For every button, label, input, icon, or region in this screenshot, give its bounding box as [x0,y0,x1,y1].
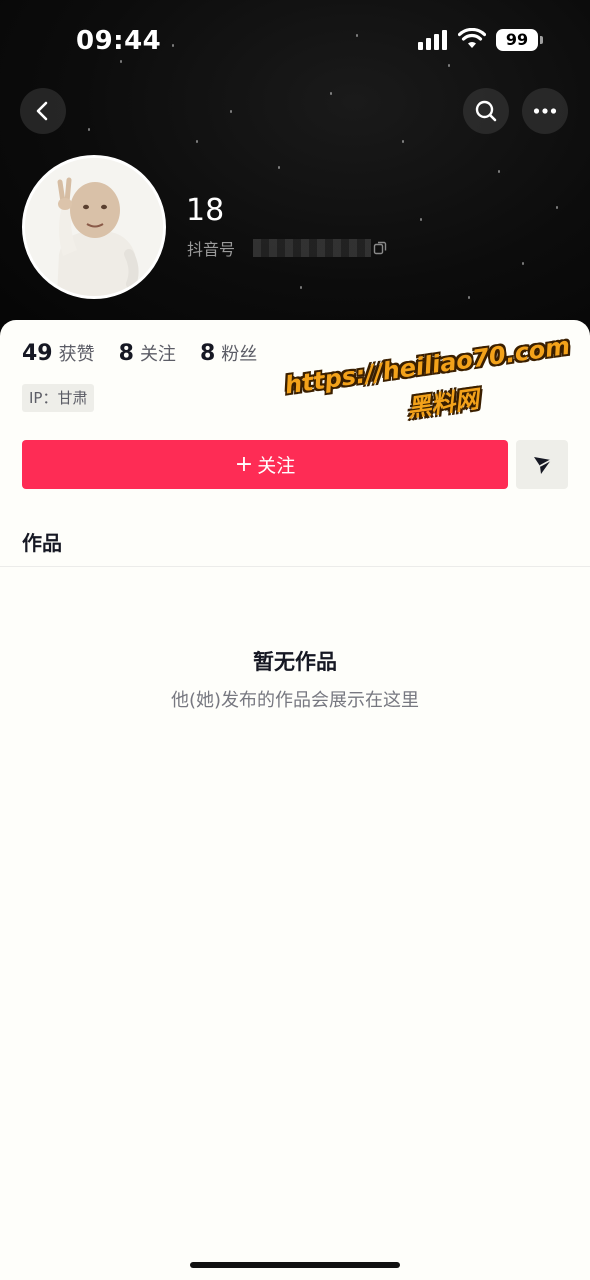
follow-button-label: 关注 [257,455,296,477]
douyin-id-label: 抖音号 [187,240,236,259]
stat-likes-label: 获赞 [58,344,95,365]
search-icon [475,100,497,122]
battery-indicator: 99 [496,29,543,51]
avatar[interactable] [22,155,166,299]
plus-icon: + [234,452,254,477]
home-indicator[interactable] [190,1262,400,1268]
profile-name: 18 [186,193,225,228]
tab-divider [0,566,590,567]
wifi-icon [458,28,486,48]
stat-likes-count: 49 [22,341,53,366]
status-bar: 09:44 99 [0,0,590,80]
more-dots-icon [533,108,557,114]
profile-stats: 49 获赞 8 关注 8 粉丝 [22,340,281,366]
empty-state-title: 暂无作品 [253,650,337,674]
empty-state-subtitle: 他(她)发布的作品会展示在这里 [170,690,420,711]
profile-header: 09:44 99 18 抖音号 [0,0,590,340]
stat-likes[interactable]: 49 获赞 [22,340,95,366]
baby-photo-icon [25,158,163,296]
send-arrow-icon [534,456,552,474]
send-message-button[interactable] [516,440,568,489]
status-time: 09:44 [76,26,162,56]
douyin-id: 抖音号 [187,236,387,260]
stat-following-count: 8 [118,341,134,366]
stat-following-label: 关注 [139,344,176,365]
douyin-id-redacted [253,239,372,257]
stat-followers-label: 粉丝 [221,344,258,365]
profile-panel: 49 获赞 8 关注 8 粉丝 IP：甘肃 + 关注 作品 暂无作品 他(她)发… [0,320,590,1280]
watermark-name: 黑料网 [405,384,481,423]
copy-icon[interactable] [373,241,387,255]
ip-location-tag: IP：甘肃 [22,384,95,412]
more-button[interactable] [522,88,568,134]
chevron-left-icon [36,101,48,121]
signal-icon [418,30,448,50]
stat-followers-count: 8 [199,341,216,366]
tab-works[interactable]: 作品 [22,527,62,556]
back-button[interactable] [20,88,66,134]
stat-following[interactable]: 8 关注 [119,340,176,366]
search-button[interactable] [463,88,509,134]
stat-followers[interactable]: 8 粉丝 [200,340,257,366]
follow-button[interactable]: + 关注 [22,440,508,489]
